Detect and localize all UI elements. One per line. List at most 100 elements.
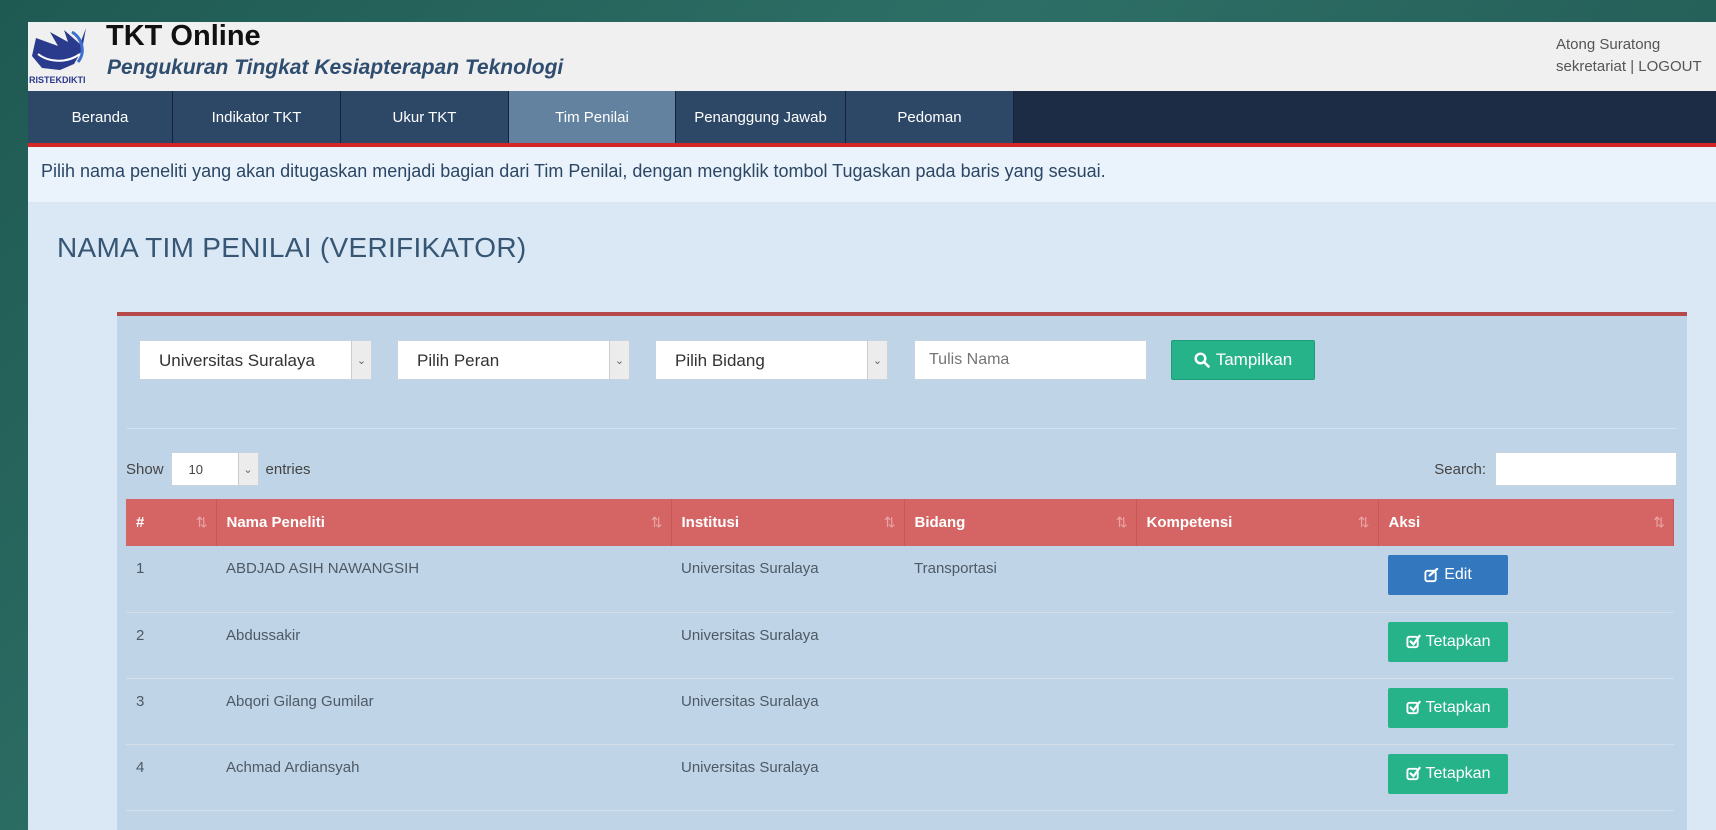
- table-search-input[interactable]: [1495, 452, 1677, 486]
- user-box: Atong Suratong sekretariat | LOGOUT: [1556, 34, 1716, 78]
- cell-no: 3: [136, 692, 145, 710]
- edit-check-icon: [1406, 700, 1421, 715]
- nav-item-pedoman[interactable]: Pedoman: [846, 91, 1014, 143]
- tetapkan-label: Tetapkan: [1425, 632, 1491, 650]
- cell-institusi: Universitas Suralaya: [681, 692, 819, 710]
- length-control: Show 10 ⌄ entries: [126, 452, 311, 486]
- cell-aksi: Tetapkan: [1378, 678, 1674, 744]
- cell-bidang: Transportasi: [914, 560, 997, 577]
- cell-bidang: [904, 744, 1136, 810]
- nav-item-indikator-tkt[interactable]: Indikator TKT: [173, 91, 341, 143]
- table-row: 1 ABDJAD ASIH NAWANGSIH Universitas Sura…: [126, 546, 1674, 612]
- column-header-no[interactable]: # ⇅: [126, 499, 217, 546]
- user-role: sekretariat: [1556, 58, 1627, 75]
- entries-select[interactable]: 10 ⌄: [170, 452, 259, 486]
- app-subtitle: Pengukuran Tingkat Kesiapterapan Teknolo…: [107, 56, 564, 79]
- user-name: Atong Suratong: [1556, 36, 1661, 53]
- sort-icon: ⇅: [650, 514, 663, 530]
- cell-institusi: Universitas Suralaya: [681, 560, 819, 577]
- chevron-down-icon: ⌄: [609, 341, 629, 379]
- chevron-down-icon: ⌄: [351, 341, 371, 379]
- edit-button[interactable]: Edit: [1388, 555, 1508, 595]
- column-header-bidang[interactable]: Bidang ⇅: [904, 499, 1137, 546]
- ristekdikti-logo: RISTEKDIKTI: [29, 28, 86, 85]
- table-row: 3 Abqori Gilang Gumilar Universitas Sura…: [126, 678, 1674, 744]
- search-icon: [1194, 352, 1210, 368]
- nav-item-ukur-tkt[interactable]: Ukur TKT: [341, 91, 509, 143]
- cell-no: 4: [136, 758, 145, 776]
- cell-aksi: Tetapkan: [1378, 612, 1674, 678]
- cell-aksi: Tetapkan: [1378, 744, 1674, 810]
- chevron-down-icon: ⌄: [867, 341, 887, 379]
- cell-no: 1: [136, 560, 145, 577]
- table-row: 4 Achmad Ardiansyah Universitas Suralaya…: [126, 744, 1674, 810]
- peran-select[interactable]: Pilih Peran ⌄: [397, 340, 630, 380]
- tim-penilai-panel: NAMA TIM PENILAI (VERIFIKATOR) Universit…: [28, 202, 1716, 830]
- filter-table-box: Universitas Suralaya ⌄ Pilih Peran ⌄ Pil…: [117, 312, 1687, 830]
- tetapkan-button[interactable]: Tetapkan: [1388, 753, 1508, 794]
- chevron-down-icon: ⌄: [237, 453, 258, 485]
- bidang-select[interactable]: Pilih Bidang ⌄: [655, 340, 888, 380]
- cell-kompetensi: [1136, 546, 1378, 612]
- tetapkan-button[interactable]: Tetapkan: [1388, 621, 1508, 662]
- cell-nama: Abqori Gilang Gumilar: [226, 692, 374, 710]
- entries-label: entries: [265, 460, 311, 478]
- app-title: TKT Online: [106, 22, 261, 52]
- panel-title: NAMA TIM PENILAI (VERIFIKATOR): [57, 232, 527, 263]
- table-search: Search:: [1434, 452, 1677, 486]
- cell-bidang: [904, 678, 1136, 744]
- sort-icon: ⇅: [1653, 514, 1665, 530]
- cell-bidang: [904, 612, 1136, 678]
- cell-aksi: Edit: [1378, 546, 1674, 612]
- entries-value: 10: [188, 462, 203, 477]
- nav-item-tim-penilai[interactable]: Tim Penilai: [509, 91, 676, 143]
- institusi-select[interactable]: Universitas Suralaya ⌄: [139, 340, 372, 380]
- column-header-kompetensi[interactable]: Kompetensi ⇅: [1136, 499, 1379, 546]
- cell-kompetensi: [1136, 744, 1378, 810]
- cell-nama: Achmad Ardiansyah: [226, 758, 360, 776]
- sort-icon: ⇅: [1115, 514, 1128, 530]
- site-header: RISTEKDIKTI TKT Online Pengukuran Tingka…: [28, 22, 1716, 91]
- logo-text: RISTEKDIKTI: [29, 75, 86, 85]
- main-nav: Beranda Indikator TKT Ukur TKT Tim Penil…: [28, 91, 1716, 147]
- edit-check-icon: [1406, 634, 1421, 649]
- search-label: Search:: [1434, 460, 1486, 478]
- column-header-institusi[interactable]: Institusi ⇅: [671, 499, 905, 546]
- table-header-row: # ⇅ Nama Peneliti ⇅ Institusi ⇅ Bidang ⇅ Kom…: [126, 499, 1674, 546]
- cell-kompetensi: [1136, 612, 1378, 678]
- bidang-select-value: Pilih Bidang: [675, 351, 765, 370]
- peran-select-value: Pilih Peran: [417, 351, 500, 370]
- column-header-nama[interactable]: Nama Peneliti ⇅: [216, 499, 672, 546]
- instruction-text: Pilih nama peneliti yang akan ditugaskan…: [41, 161, 1106, 181]
- tampilkan-button[interactable]: Tampilkan: [1171, 340, 1315, 380]
- divider: [127, 428, 1677, 429]
- table-row: 2 Abdussakir Universitas Suralaya Tetapk…: [126, 612, 1674, 678]
- user-role-line: sekretariat | LOGOUT: [1556, 56, 1716, 78]
- tetapkan-label: Tetapkan: [1425, 764, 1491, 782]
- logout-link[interactable]: LOGOUT: [1638, 58, 1701, 75]
- nav-item-beranda[interactable]: Beranda: [28, 91, 173, 143]
- cell-kompetensi: [1136, 678, 1378, 744]
- sort-asc-icon: ⇅: [195, 514, 208, 530]
- sort-icon: ⇅: [883, 514, 896, 530]
- edit-check-icon: [1406, 766, 1421, 781]
- separator: |: [1630, 58, 1635, 75]
- institusi-select-value: Universitas Suralaya: [159, 351, 315, 370]
- cell-nama: ABDJAD ASIH NAWANGSIH: [226, 560, 420, 577]
- edit-label: Edit: [1444, 566, 1472, 583]
- cell-institusi: Universitas Suralaya: [681, 758, 819, 776]
- tampilkan-label: Tampilkan: [1215, 350, 1293, 369]
- peneliti-table: # ⇅ Nama Peneliti ⇅ Institusi ⇅ Bidang ⇅ Kom…: [126, 499, 1674, 811]
- edit-check-icon: [1424, 567, 1439, 582]
- show-label: Show: [126, 460, 164, 478]
- nama-input[interactable]: [914, 340, 1147, 380]
- nav-item-penanggung-jawab[interactable]: Penanggung Jawab: [676, 91, 846, 143]
- column-header-aksi[interactable]: Aksi ⇅: [1378, 499, 1674, 546]
- cell-institusi: Universitas Suralaya: [681, 626, 819, 644]
- cell-nama: Abdussakir: [226, 626, 301, 644]
- app-window: RISTEKDIKTI TKT Online Pengukuran Tingka…: [28, 22, 1716, 830]
- tetapkan-label: Tetapkan: [1425, 698, 1491, 716]
- sort-icon: ⇅: [1357, 514, 1370, 530]
- tetapkan-button[interactable]: Tetapkan: [1388, 687, 1508, 728]
- cell-no: 2: [136, 626, 145, 644]
